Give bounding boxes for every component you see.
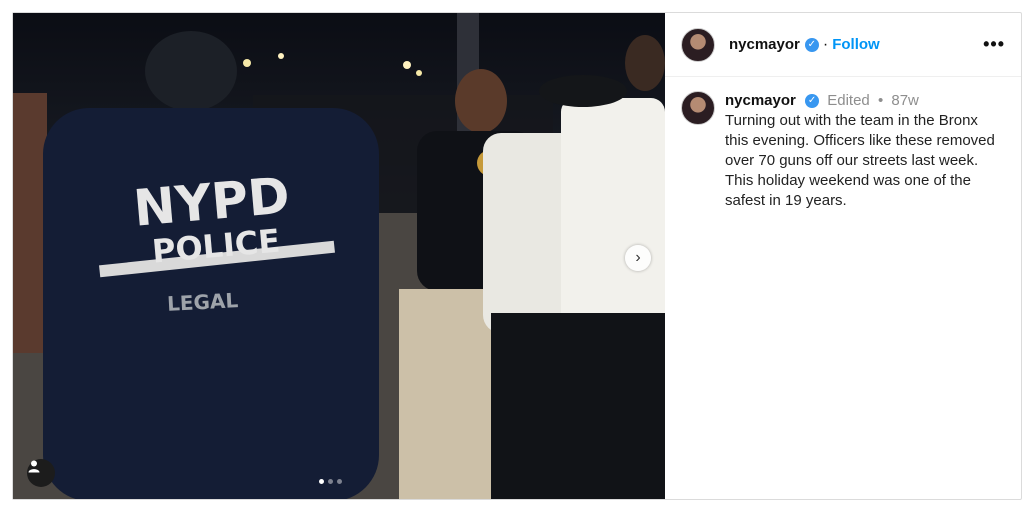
- carousel-dot: [337, 479, 342, 484]
- tagged-people-button[interactable]: [27, 459, 55, 487]
- carousel-indicator: [319, 479, 342, 484]
- avatar[interactable]: [681, 91, 715, 125]
- post-caption: nycmayor ✓ Edited • 87w Turning out with…: [665, 77, 1021, 211]
- caption-text: Turning out with the team in the Bronx t…: [725, 112, 995, 209]
- carousel-dot: [319, 479, 324, 484]
- verified-check-icon: ✓: [805, 94, 820, 109]
- verified-check-icon: ✓: [804, 37, 819, 52]
- carousel-dot: [328, 479, 333, 484]
- next-photo-button[interactable]: ›: [625, 245, 651, 271]
- post-age[interactable]: 87w: [891, 92, 919, 109]
- jacket-legal-text: LEGAL: [167, 288, 239, 316]
- night-scene-photo: NYPD POLICE LEGAL: [13, 13, 665, 499]
- caption-body: nycmayor ✓ Edited • 87w Turning out with…: [725, 91, 1005, 211]
- instagram-post: NYPD POLICE LEGAL › nycmayor ✓ · Follow …: [12, 12, 1022, 500]
- follow-button[interactable]: Follow: [832, 36, 880, 53]
- person-tag-icon: [28, 460, 40, 473]
- post-header: nycmayor ✓ · Follow •••: [665, 13, 1021, 77]
- caption-username-link[interactable]: nycmayor: [725, 92, 796, 109]
- meta-separator: •: [877, 92, 884, 109]
- username-link[interactable]: nycmayor: [729, 36, 800, 53]
- post-sidebar: nycmayor ✓ · Follow ••• nycmayor ✓ Edite…: [665, 13, 1021, 499]
- header-separator: ·: [822, 35, 829, 53]
- chevron-right-icon: ›: [635, 249, 641, 266]
- avatar[interactable]: [681, 27, 715, 62]
- post-photo[interactable]: NYPD POLICE LEGAL ›: [13, 13, 665, 499]
- edited-label: Edited: [827, 92, 870, 109]
- more-options-icon[interactable]: •••: [983, 34, 1005, 55]
